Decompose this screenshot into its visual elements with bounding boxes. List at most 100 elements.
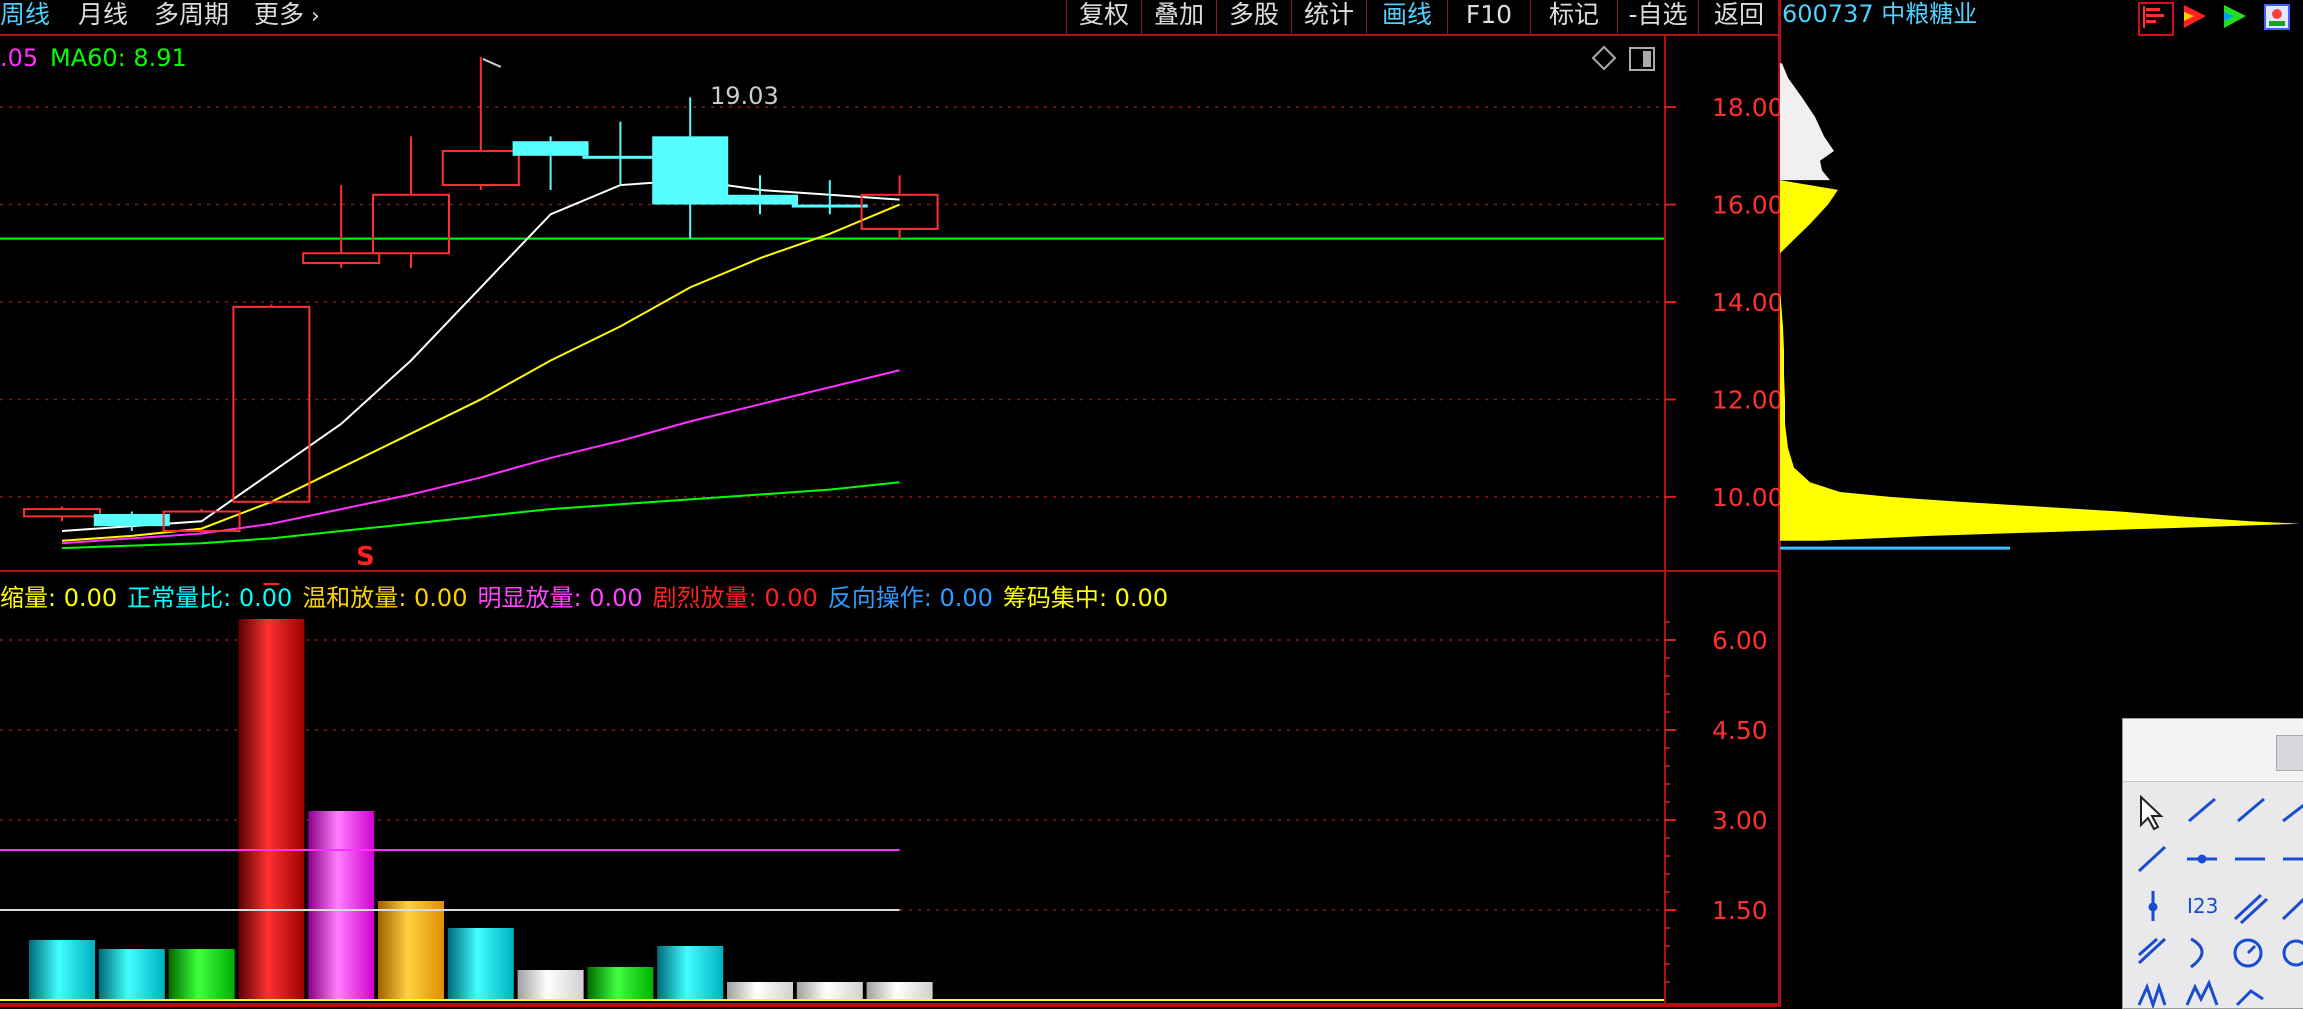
signal-s-marker: S (356, 542, 375, 572)
moving-average-line (61, 203, 900, 542)
y-tick-label: 10.00 (1712, 483, 1780, 512)
f10-button[interactable]: F10 (1447, 0, 1531, 34)
drawing-tools-grid[interactable]: I23 (2133, 791, 2303, 1008)
volume-bar (308, 811, 375, 1000)
indicator-sep: : (1098, 584, 1115, 612)
statistics-button[interactable]: 统计 (1291, 0, 1367, 34)
user-list-icon[interactable] (2262, 2, 2292, 32)
candle-body (23, 508, 101, 518)
candle-body (791, 204, 868, 208)
indicator-label: 剧烈放量 (652, 584, 749, 612)
volume-bar (168, 949, 235, 1000)
indicator-sep: : (223, 584, 239, 612)
indicator-value: 0.00 (1114, 584, 1169, 612)
indicator-item: 剧烈放量: 0.00 (653, 584, 818, 612)
candle (372, 136, 450, 268)
top-toolbar: 周线 月线 多周期 更多 › 复权 叠加 多股 统计 画线 F10 标记 -自选… (0, 0, 1780, 34)
indicator-label: 缩量 (0, 584, 48, 612)
y-tick-label: 4.50 (1712, 716, 1768, 745)
volume-bar (796, 982, 863, 1000)
restore-rights-button[interactable]: 复权 (1066, 0, 1142, 34)
indicator-label: 正常量比 (127, 584, 224, 612)
volume-bar (587, 967, 654, 1000)
indicator-sep: : (923, 584, 940, 612)
indicator-value: 0.00 (939, 584, 993, 612)
tab-more[interactable]: 更多 › (254, 0, 320, 34)
red-flag-icon[interactable] (2180, 2, 2210, 32)
green-flag-icon[interactable] (2220, 2, 2250, 32)
drawing-panel-close-icon[interactable] (2276, 735, 2303, 771)
mark-button[interactable]: 标记 (1530, 0, 1618, 34)
candle-body (722, 194, 798, 205)
candle (652, 97, 729, 239)
volume-chart[interactable]: 6.00 4.50 3.00 1.50 (0, 572, 1780, 1007)
chip-profile-upper (1780, 63, 1834, 181)
indicator-item: 缩量: 0.00 (0, 584, 117, 612)
candle-body (372, 193, 450, 255)
y-tick-label: 1.50 (1712, 896, 1768, 925)
tab-monthly[interactable]: 月线 (78, 0, 128, 34)
chip-profile-mid (1780, 180, 1838, 254)
candle-body (441, 149, 520, 187)
indicator-value: 0.00 (414, 584, 468, 612)
y-tick-label: 3.00 (1712, 806, 1768, 835)
indicator-value: 0.00 (589, 584, 643, 612)
y-tick-label: 12.00 (1712, 385, 1780, 414)
volume-bar (517, 970, 584, 1000)
indicator-value: 0.00 (63, 584, 118, 612)
indicator-item: 反向操作: 0.00 (828, 584, 993, 612)
drawing-tools-panel: I23 (2122, 718, 2303, 1009)
ma60-label: MA60: 8.91 (50, 44, 187, 72)
candle (860, 175, 939, 239)
tab-multi-period[interactable]: 多周期 (154, 0, 229, 34)
candle (582, 121, 659, 186)
draw-line-button[interactable]: 画线 (1366, 0, 1448, 34)
overlay-button[interactable]: 叠加 (1141, 0, 1217, 34)
high-price-marker: 19.03 (710, 82, 779, 110)
candle-body (652, 136, 729, 205)
volume-bar (238, 619, 305, 1000)
ma-partial-label: .05 (0, 44, 39, 72)
chip-profile-lower (1780, 292, 2300, 541)
stock-title: 600737 中粮糖业 (1782, 0, 1978, 28)
svg-text:I23: I23 (2187, 894, 2218, 918)
y-tick-label: 14.00 (1712, 288, 1780, 317)
back-button[interactable]: 返回 (1698, 0, 1780, 34)
indicator-item: 明显放量: 0.00 (477, 584, 642, 612)
candle (232, 304, 311, 505)
remove-watchlist-button[interactable]: -自选 (1617, 0, 1699, 34)
indicator-value: 0.00 (764, 584, 818, 612)
indicator-label: 反向操作 (827, 584, 924, 612)
candle-body (302, 252, 381, 265)
indicator-label: 明显放量 (477, 584, 574, 612)
volume-bar (727, 982, 793, 1000)
candle-body (860, 193, 939, 230)
candle-body (512, 141, 589, 156)
indicator-item: 筹码集中: 0.00 (1003, 584, 1168, 612)
multi-stock-button[interactable]: 多股 (1216, 0, 1292, 34)
volume-bar (866, 982, 933, 1000)
panel-toggle-icon[interactable] (1628, 46, 1656, 72)
indicator-label: 温和放量 (302, 584, 399, 612)
candle (23, 506, 101, 522)
diamond-icon[interactable] (1590, 44, 1618, 72)
volume-bar (378, 901, 444, 1000)
indicator-sep: : (398, 584, 415, 612)
moving-average-line (61, 481, 900, 550)
y-tick-label: 18.00 (1712, 93, 1780, 122)
volume-bar (98, 949, 165, 1000)
indicator-value: 0.00 (238, 584, 293, 612)
candle (512, 136, 589, 190)
y-tick-label: 6.00 (1712, 626, 1768, 655)
candle (441, 56, 520, 190)
indicator-label: 筹码集中 (1002, 584, 1099, 612)
tab-weekly[interactable]: 周线 (0, 0, 50, 34)
chip-distribution-icon[interactable] (2138, 2, 2174, 36)
indicator-sep: : (748, 584, 765, 612)
high-marker-arrow (482, 57, 502, 68)
price-chart[interactable]: 18.00 16.00 14.00 12.00 10.00 (0, 34, 1780, 570)
volume-bar (657, 946, 724, 1000)
indicator-sep: : (48, 584, 64, 612)
chip-distribution-chart (1780, 63, 2300, 550)
y-tick-label: 16.00 (1712, 191, 1780, 220)
